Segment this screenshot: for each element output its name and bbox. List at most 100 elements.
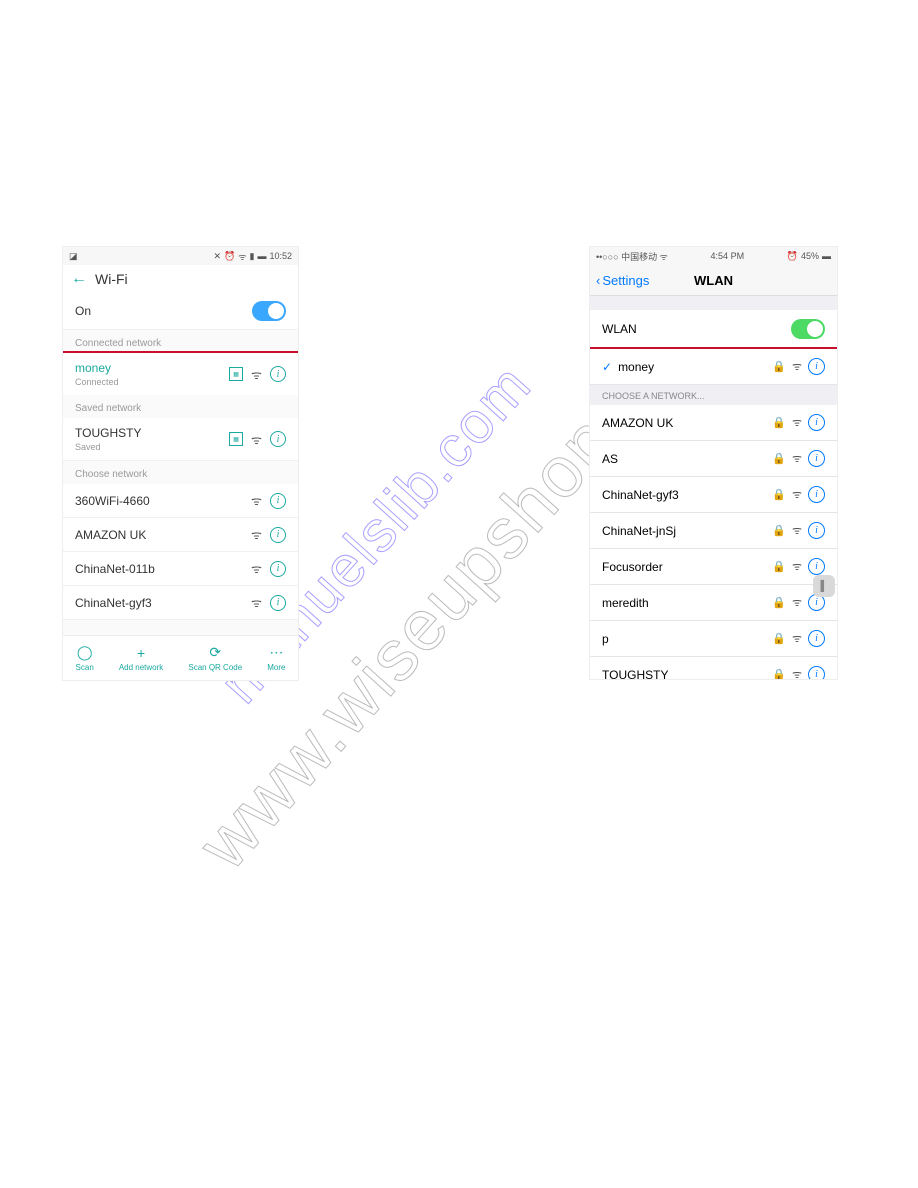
wifi-icon: ᯤ [238,250,246,263]
connected-network-name: money [618,360,654,374]
wlan-toggle-row[interactable]: WLAN [590,310,837,349]
network-row[interactable]: ChinaNet-011b ᯤi [63,552,298,586]
signal-icon: ▮ [250,251,255,262]
info-icon[interactable]: i [808,522,825,539]
saved-network-sub: Saved [75,442,141,452]
info-icon[interactable]: i [808,486,825,503]
wlan-toggle[interactable] [791,319,825,339]
info-icon[interactable]: i [270,527,286,543]
info-icon[interactable]: i [808,450,825,467]
info-icon[interactable]: i [808,414,825,431]
wifi-signal-icon: ᯤ [251,431,262,448]
network-row[interactable]: meredith🔒ᯤi [590,585,837,621]
section-choose: CHOOSE A NETWORK... [590,383,837,405]
info-icon[interactable]: i [808,630,825,647]
wifi-icon: ᯤ [657,252,668,262]
carrier-label: 中国移动 [621,252,657,262]
network-name: ChinaNet-gyf3 [75,596,152,610]
network-row[interactable]: AMAZON UK🔒ᯤi [590,405,837,441]
back-button[interactable]: ‹Settings [596,273,649,288]
network-row[interactable]: AS🔒ᯤi [590,441,837,477]
lock-icon: 🔒 [772,668,786,679]
nav-bar: ‹Settings WLAN [590,265,837,296]
network-row[interactable]: TOUGHSTY🔒ᯤi [590,657,837,679]
network-row[interactable]: AMAZON UK ᯤi [63,518,298,552]
network-row[interactable]: Focusorder 🔒 ᯤi [590,549,837,585]
network-row[interactable]: ChinaNet-jnSj🔒ᯤi [590,513,837,549]
network-name: AMAZON UK [75,528,146,542]
android-phone-screenshot: ◪ ✕ ⏰ ᯤ ▮ ▬ 10:52 ← Wi-Fi On Connected n… [63,247,298,680]
header: ← Wi-Fi [63,265,298,293]
wifi-signal-icon: ᯤ [251,366,262,383]
network-name: ChinaNet-jnSj [602,524,676,538]
scan-label: Scan [76,663,94,672]
wifi-signal-icon: ᯤ [792,451,802,466]
connected-network-name: money [75,361,119,375]
info-icon[interactable]: i [270,366,286,382]
network-row[interactable]: 360WiFi-4660 ᯤi [63,484,298,518]
back-label: Settings [602,273,649,288]
wifi-signal-icon: ᯤ [792,359,802,374]
ios-phone-screenshot: ••○○○ 中国移动 ᯤ 4:54 PM ⏰45%▬ ‹Settings WLA… [590,247,837,679]
status-left-icon: ◪ [69,251,78,262]
saved-network-row[interactable]: TOUGHSTY Saved ▦ ᯤ i [63,418,298,461]
info-icon[interactable]: i [270,493,286,509]
network-name: p [602,632,609,646]
more-button[interactable]: ⋯More [267,644,285,672]
add-network-button[interactable]: +Add network [119,645,163,672]
bottom-action-bar: ◯Scan +Add network ⟳Scan QR Code ⋯More [63,635,298,680]
info-icon[interactable]: i [808,358,825,375]
info-icon[interactable]: i [808,666,825,679]
connected-network-row[interactable]: ✓money 🔒ᯤi [590,347,837,385]
battery-icon: ▬ [822,251,831,261]
status-bar: ◪ ✕ ⏰ ᯤ ▮ ▬ 10:52 [63,247,298,265]
battery-icon: ▬ [257,251,266,261]
vibrate-icon: ✕ [214,251,222,262]
network-name: AMAZON UK [602,416,673,430]
qr-icon[interactable]: ▦ [229,367,243,381]
qr-icon[interactable]: ▦ [229,432,243,446]
lock-icon: 🔒 [772,632,786,645]
info-icon[interactable]: i [270,595,286,611]
network-row[interactable]: ChinaNet-gyf3🔒ᯤi [590,477,837,513]
wifi-signal-icon: ᯤ [792,559,802,574]
network-name: Focusorder [602,560,663,574]
network-row[interactable]: p 🔒 ᯤi [590,621,837,657]
connected-network-sub: Connected [75,377,119,387]
lock-icon: 🔒 [772,596,786,609]
back-arrow-icon[interactable]: ← [71,270,87,288]
scan-button[interactable]: ◯Scan [76,644,94,672]
network-name: ChinaNet-gyf3 [602,488,679,502]
page-title: WLAN [694,273,733,288]
network-row[interactable]: ChinaNet-gyf3 ᯤi [63,586,298,620]
wifi-toggle-row[interactable]: On [63,293,298,330]
chevron-left-icon: ‹ [596,273,600,288]
alarm-icon: ⏰ [787,251,798,262]
signal-dots-icon: ••○○○ [596,252,621,262]
wifi-signal-icon: ᯤ [792,595,802,610]
connected-network-row[interactable]: money Connected ▦ ᯤ i [63,351,298,397]
wifi-signal-icon: ᯤ [251,560,262,577]
qr-label: Scan QR Code [188,663,242,672]
wifi-signal-icon: ᯤ [251,526,262,543]
wifi-signal-icon: ᯤ [792,631,802,646]
info-icon[interactable]: i [270,431,286,447]
info-icon[interactable]: i [808,558,825,575]
wifi-toggle[interactable] [252,301,286,321]
network-name: ChinaNet-011b [75,562,155,576]
page-title: Wi-Fi [95,271,128,287]
wifi-signal-icon: ᯤ [251,594,262,611]
lock-icon: 🔒 [772,560,786,573]
wifi-signal-icon: ᯤ [792,523,802,538]
scroll-handle[interactable]: ▌ [813,575,835,597]
status-time: 4:54 PM [711,251,745,261]
alarm-icon: ⏰ [224,251,235,262]
saved-network-name: TOUGHSTY [75,426,141,440]
network-name: meredith [602,596,649,610]
scan-qr-button[interactable]: ⟳Scan QR Code [188,644,242,672]
lock-icon: 🔒 [772,452,786,465]
network-name: 360WiFi-4660 [75,494,150,508]
info-icon[interactable]: i [270,561,286,577]
section-connected: Connected network [63,330,298,353]
lock-icon: 🔒 [772,488,786,501]
